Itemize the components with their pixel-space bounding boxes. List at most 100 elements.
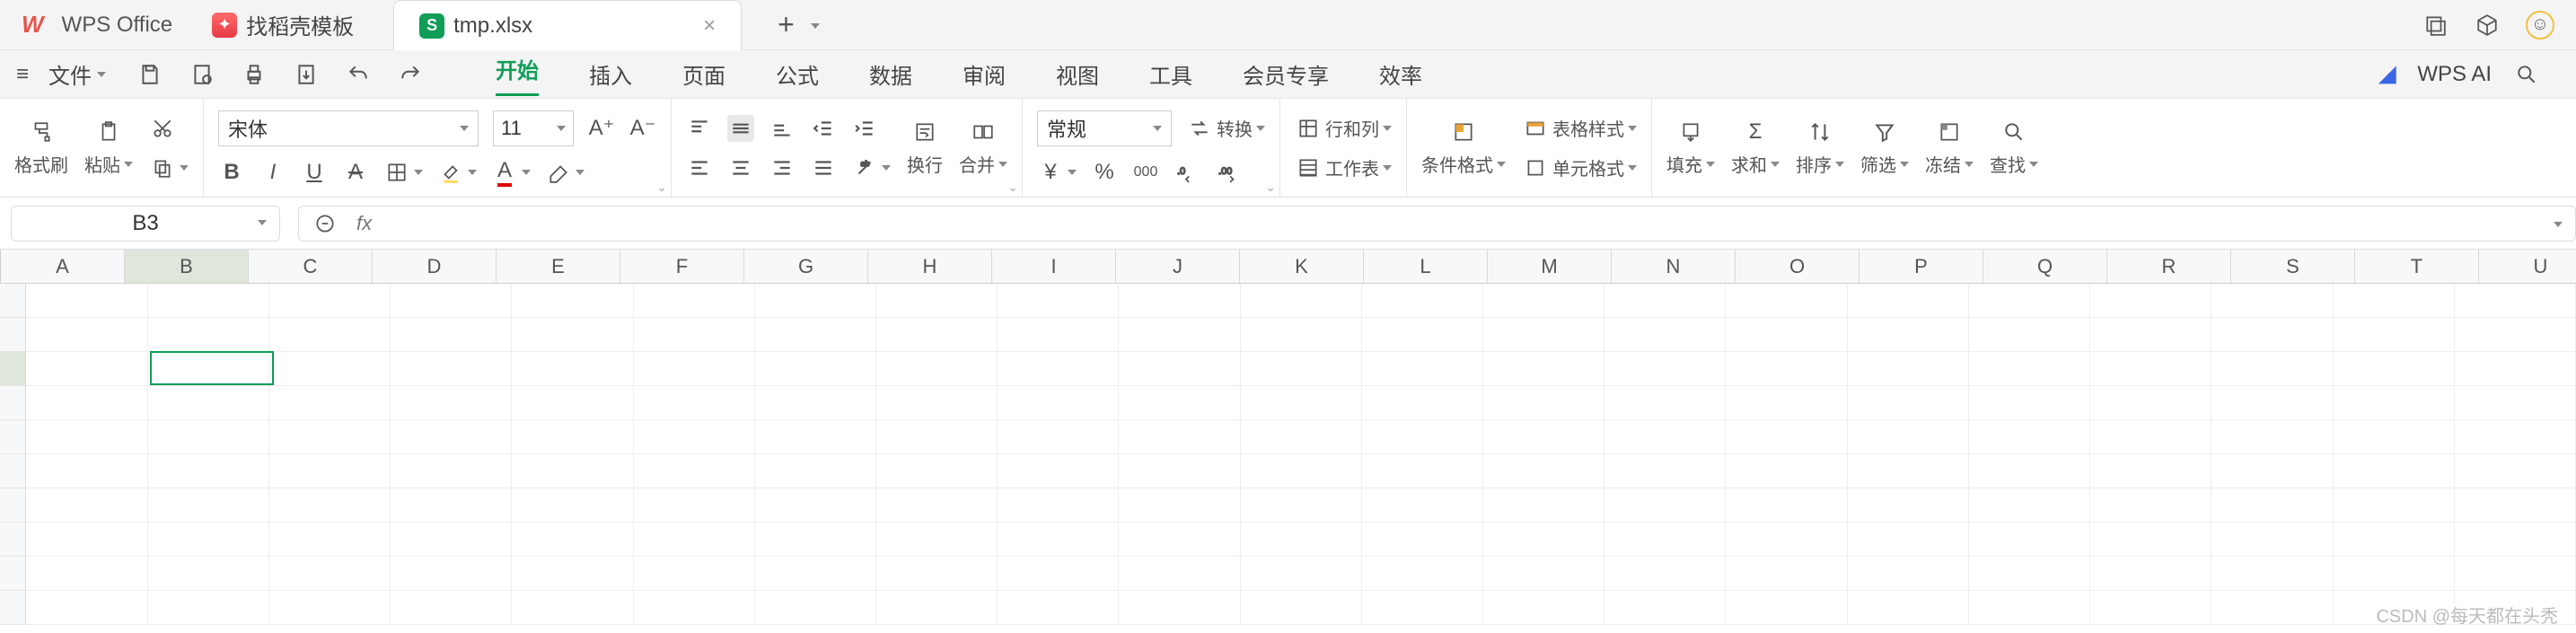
column-header[interactable]: M bbox=[1488, 250, 1612, 283]
font-color-button[interactable]: A bbox=[491, 159, 531, 186]
cell[interactable] bbox=[634, 557, 755, 591]
cell[interactable] bbox=[1483, 488, 1605, 523]
cell[interactable] bbox=[1848, 420, 1969, 454]
cell[interactable] bbox=[26, 523, 147, 557]
cell[interactable] bbox=[269, 523, 391, 557]
cell[interactable] bbox=[1848, 523, 1969, 557]
cell[interactable] bbox=[26, 318, 147, 352]
cell[interactable] bbox=[2211, 488, 2333, 523]
cell[interactable] bbox=[998, 523, 1119, 557]
cell[interactable] bbox=[2334, 523, 2455, 557]
cell[interactable] bbox=[1969, 557, 2090, 591]
cell[interactable] bbox=[1362, 284, 1483, 318]
cell[interactable] bbox=[2334, 284, 2455, 318]
cell[interactable] bbox=[391, 318, 512, 352]
cell[interactable] bbox=[1848, 488, 1969, 523]
increase-decimal-icon[interactable]: .00 bbox=[1215, 159, 1242, 186]
cell[interactable] bbox=[1605, 488, 1726, 523]
cell[interactable] bbox=[755, 352, 876, 386]
column-header[interactable]: J bbox=[1116, 250, 1240, 283]
cell[interactable] bbox=[1241, 420, 1362, 454]
table-style-button[interactable]: 表格样式 bbox=[1522, 115, 1637, 142]
cell[interactable] bbox=[1483, 454, 1605, 488]
cell[interactable] bbox=[876, 523, 998, 557]
cell[interactable] bbox=[391, 488, 512, 523]
cell[interactable] bbox=[755, 386, 876, 420]
font-size-select[interactable]: 11 bbox=[493, 110, 574, 146]
cell[interactable] bbox=[148, 284, 269, 318]
strikethrough-icon[interactable]: A bbox=[342, 159, 369, 186]
cell[interactable] bbox=[512, 352, 633, 386]
column-header[interactable]: F bbox=[620, 250, 744, 283]
cell[interactable] bbox=[876, 386, 998, 420]
column-header[interactable]: H bbox=[868, 250, 992, 283]
cell[interactable] bbox=[2211, 420, 2333, 454]
cond-fmt-button[interactable]: 条件格式 bbox=[1421, 119, 1506, 177]
orientation-button[interactable]: ab bbox=[851, 154, 891, 181]
find-button[interactable]: 查找 bbox=[1990, 119, 2038, 177]
cell[interactable] bbox=[1848, 386, 1969, 420]
font-name-select[interactable]: 宋体 bbox=[218, 110, 479, 146]
column-header[interactable]: O bbox=[1736, 250, 1859, 283]
cell[interactable] bbox=[1119, 523, 1240, 557]
cell[interactable] bbox=[634, 591, 755, 625]
cell[interactable] bbox=[876, 318, 998, 352]
cell[interactable] bbox=[2334, 318, 2455, 352]
cell[interactable] bbox=[2211, 591, 2333, 625]
cell[interactable] bbox=[391, 523, 512, 557]
cell[interactable] bbox=[634, 454, 755, 488]
cut-icon[interactable] bbox=[149, 115, 176, 142]
cell[interactable] bbox=[634, 318, 755, 352]
cell[interactable] bbox=[1605, 386, 1726, 420]
cell[interactable] bbox=[755, 454, 876, 488]
cell[interactable] bbox=[1726, 591, 1847, 625]
cell[interactable] bbox=[998, 420, 1119, 454]
wrap-button[interactable]: 换行 bbox=[907, 119, 943, 177]
row-col-button[interactable]: 行和列 bbox=[1295, 115, 1392, 142]
cell[interactable] bbox=[1605, 284, 1726, 318]
comma-icon[interactable]: 000 bbox=[1132, 159, 1159, 186]
cell[interactable] bbox=[2455, 488, 2576, 523]
worksheet-button[interactable]: 工作表 bbox=[1295, 154, 1392, 181]
cell[interactable] bbox=[2090, 523, 2211, 557]
bold-icon[interactable]: B bbox=[218, 159, 245, 186]
cell[interactable] bbox=[148, 523, 269, 557]
cell[interactable] bbox=[391, 557, 512, 591]
cell[interactable] bbox=[1241, 523, 1362, 557]
cell[interactable] bbox=[1362, 386, 1483, 420]
cell[interactable] bbox=[1848, 352, 1969, 386]
cell[interactable] bbox=[2090, 557, 2211, 591]
freeze-button[interactable]: 冻结 bbox=[1925, 119, 1974, 177]
cell[interactable] bbox=[1119, 591, 1240, 625]
cell[interactable] bbox=[391, 591, 512, 625]
decrease-decimal-icon[interactable]: .0 bbox=[1174, 159, 1200, 186]
cell[interactable] bbox=[1726, 352, 1847, 386]
cell[interactable] bbox=[1119, 386, 1240, 420]
cell[interactable] bbox=[1969, 523, 2090, 557]
cell[interactable] bbox=[2455, 454, 2576, 488]
row-header[interactable] bbox=[0, 386, 26, 420]
cell[interactable] bbox=[2090, 318, 2211, 352]
cell[interactable] bbox=[1848, 591, 1969, 625]
print-preview-icon[interactable] bbox=[189, 61, 215, 88]
grid-body[interactable] bbox=[0, 284, 2576, 625]
row-header[interactable] bbox=[0, 318, 26, 352]
cell[interactable] bbox=[876, 352, 998, 386]
cube-icon[interactable] bbox=[2474, 12, 2501, 39]
column-header[interactable]: T bbox=[2355, 250, 2479, 283]
cell[interactable] bbox=[1362, 488, 1483, 523]
cell[interactable] bbox=[26, 454, 147, 488]
cell[interactable] bbox=[755, 284, 876, 318]
cell[interactable] bbox=[998, 352, 1119, 386]
cell[interactable] bbox=[1241, 557, 1362, 591]
row-header[interactable] bbox=[0, 454, 26, 488]
cell[interactable] bbox=[148, 420, 269, 454]
cell[interactable] bbox=[1848, 284, 1969, 318]
cell[interactable] bbox=[1848, 318, 1969, 352]
name-box[interactable]: B3 bbox=[11, 206, 280, 242]
menu-formula[interactable]: 公式 bbox=[776, 58, 819, 90]
cell[interactable] bbox=[876, 488, 998, 523]
print-icon[interactable] bbox=[241, 61, 268, 88]
redo-icon[interactable] bbox=[397, 61, 424, 88]
cell[interactable] bbox=[1119, 557, 1240, 591]
